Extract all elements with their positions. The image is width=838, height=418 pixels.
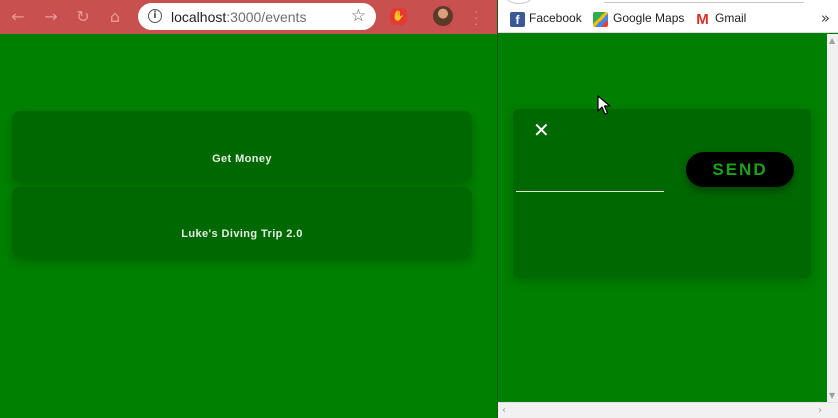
mouse-cursor-icon bbox=[597, 95, 611, 115]
url-host: localhost bbox=[171, 9, 227, 25]
reload-icon[interactable]: ↻ bbox=[73, 7, 93, 27]
event-card-diving-trip[interactable]: Luke's Diving Trip 2.0 bbox=[12, 187, 472, 257]
scroll-right-arrow-icon[interactable]: › bbox=[818, 405, 822, 416]
info-icon[interactable]: i bbox=[148, 9, 162, 23]
url-text: localhost:3000/events bbox=[171, 9, 306, 25]
browser-toolbar: ← → ↻ ⌂ i localhost:3000/events ☆ ✋ · · · bbox=[0, 0, 497, 34]
forward-icon[interactable]: → bbox=[41, 7, 61, 27]
google-maps-icon bbox=[593, 12, 608, 27]
menu-icon[interactable]: · · · bbox=[474, 4, 479, 30]
horizontal-scrollbar[interactable]: ‹ › bbox=[498, 402, 838, 418]
event-title: Luke's Diving Trip 2.0 bbox=[181, 228, 303, 240]
home-icon[interactable]: ⌂ bbox=[105, 7, 125, 27]
scroll-down-arrow-icon[interactable]: ▼ bbox=[829, 391, 835, 400]
vertical-scrollbar[interactable]: ▲ ▼ bbox=[827, 34, 838, 402]
left-browser-window: ← → ↻ ⌂ i localhost:3000/events ☆ ✋ · · · … bbox=[0, 0, 497, 418]
more-bookmarks-chevron-icon[interactable]: » bbox=[821, 9, 830, 27]
amount-input[interactable] bbox=[516, 168, 664, 192]
bookmark-google-maps[interactable]: Google Maps bbox=[613, 11, 684, 25]
event-title: Get Money bbox=[212, 153, 272, 165]
address-bar[interactable]: i localhost:3000/events ☆ bbox=[138, 3, 376, 30]
close-icon[interactable]: ✕ bbox=[533, 119, 550, 141]
send-button[interactable]: SEND bbox=[686, 152, 794, 187]
profile-circle-fragment bbox=[506, 0, 532, 4]
bookmark-facebook[interactable]: Facebook bbox=[529, 11, 582, 25]
bookmarks-bar: f Facebook Google Maps M Gmail » bbox=[498, 0, 838, 33]
extension-icon[interactable]: ✋ bbox=[390, 8, 407, 25]
back-icon[interactable]: ← bbox=[8, 7, 28, 27]
facebook-icon: f bbox=[510, 12, 525, 27]
gmail-icon: M bbox=[696, 11, 709, 28]
omnibox-edge-fragment bbox=[604, 2, 804, 3]
event-card-get-money[interactable]: Get Money bbox=[12, 111, 472, 181]
bookmark-star-icon[interactable]: ☆ bbox=[351, 6, 366, 26]
scroll-up-arrow-icon[interactable]: ▲ bbox=[829, 36, 835, 45]
send-money-modal: ✕ SEND bbox=[513, 109, 811, 278]
bookmark-gmail[interactable]: Gmail bbox=[715, 11, 746, 25]
scroll-left-arrow-icon[interactable]: ‹ bbox=[502, 405, 506, 416]
right-browser-window: f Facebook Google Maps M Gmail » ✕ SEND … bbox=[498, 0, 838, 418]
avatar[interactable] bbox=[433, 6, 453, 26]
url-path: :3000/events bbox=[226, 9, 307, 25]
